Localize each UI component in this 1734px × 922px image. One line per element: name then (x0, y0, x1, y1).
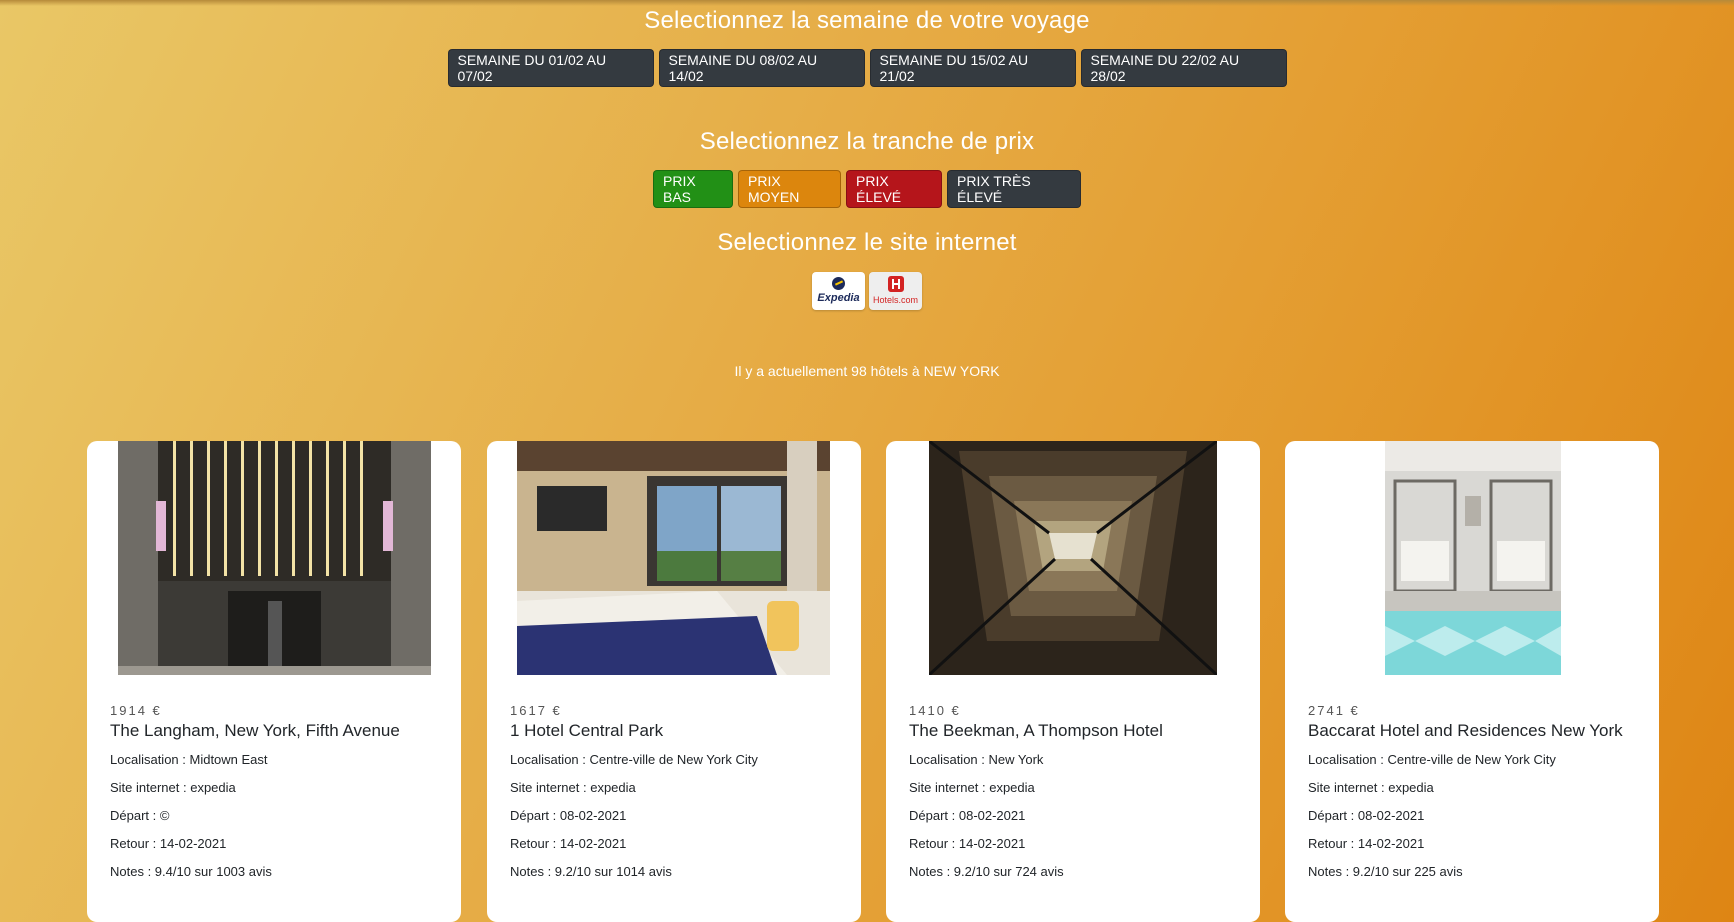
price-high-button[interactable]: PRIX ÉLEVÉ (846, 170, 942, 208)
hotel-card[interactable]: 1914 € The Langham, New York, Fifth Aven… (87, 441, 461, 922)
hotel-rating: Notes : 9.2/10 sur 225 avis (1308, 864, 1463, 879)
hotel-name[interactable]: 1 Hotel Central Park (510, 721, 663, 741)
hotel-rating: Notes : 9.4/10 sur 1003 avis (110, 864, 272, 879)
price-low-button[interactable]: PRIX BAS (653, 170, 733, 208)
hotel-count-text: Il y a actuellement 98 hôtels à NEW YORK (734, 363, 1000, 379)
hotel-price: 1914 € (110, 703, 162, 718)
price-very-high-button[interactable]: PRIX TRÈS ÉLEVÉ (947, 170, 1081, 208)
hotel-price: 1617 € (510, 703, 562, 718)
site-section-title: Selectionnez le site internet (717, 229, 1017, 256)
hotel-rating: Notes : 9.2/10 sur 1014 avis (510, 864, 672, 879)
hotel-price: 2741 € (1308, 703, 1360, 718)
week-button-3[interactable]: SEMAINE DU 15/02 AU 21/02 (869, 49, 1076, 87)
hotel-photo (1385, 441, 1561, 675)
expedia-globe-icon (832, 277, 845, 290)
hotel-site: Site internet : expedia (510, 780, 636, 795)
hotel-photo (118, 441, 431, 675)
hotel-location: Localisation : Centre-ville de New York … (1308, 752, 1556, 767)
expedia-logo-button[interactable]: Expedia (812, 272, 865, 310)
week-button-group: SEMAINE DU 01/02 AU 07/02 SEMAINE DU 08/… (0, 49, 1734, 87)
hotel-site: Site internet : expedia (110, 780, 236, 795)
week-button-4[interactable]: SEMAINE DU 22/02 AU 28/02 (1080, 49, 1287, 87)
hotel-return: Retour : 14-02-2021 (510, 836, 627, 851)
week-section-title: Selectionnez la semaine de votre voyage (644, 7, 1090, 34)
hotel-return: Retour : 14-02-2021 (110, 836, 227, 851)
hotel-card[interactable]: 2741 € Baccarat Hotel and Residences New… (1285, 441, 1659, 922)
hotel-rating: Notes : 9.2/10 sur 724 avis (909, 864, 1064, 879)
hotel-departure: Départ : 08-02-2021 (909, 808, 1026, 823)
week-button-2[interactable]: SEMAINE DU 08/02 AU 14/02 (658, 49, 865, 87)
hotel-location: Localisation : Centre-ville de New York … (510, 752, 758, 767)
hotel-departure: Départ : © (110, 808, 170, 823)
top-border (0, 0, 1734, 6)
hotel-card[interactable]: 1617 € 1 Hotel Central Park Localisation… (487, 441, 861, 922)
hotel-location: Localisation : Midtown East (110, 752, 268, 767)
price-button-group: PRIX BAS PRIX MOYEN PRIX ÉLEVÉ PRIX TRÈS… (0, 170, 1734, 208)
hotel-card[interactable]: 1410 € The Beekman, A Thompson Hotel Loc… (886, 441, 1260, 922)
site-logo-group: Expedia Hotels.com (0, 272, 1734, 310)
hotel-site: Site internet : expedia (909, 780, 1035, 795)
hotel-return: Retour : 14-02-2021 (1308, 836, 1425, 851)
hotel-name[interactable]: The Langham, New York, Fifth Avenue (110, 721, 400, 741)
hotels-com-logo-button[interactable]: Hotels.com (869, 272, 922, 310)
hotel-name[interactable]: The Beekman, A Thompson Hotel (909, 721, 1163, 741)
price-medium-button[interactable]: PRIX MOYEN (738, 170, 841, 208)
hotel-departure: Départ : 08-02-2021 (510, 808, 627, 823)
hotel-photo (929, 441, 1217, 675)
price-section-title: Selectionnez la tranche de prix (699, 128, 1035, 155)
expedia-logo-text: Expedia (817, 292, 860, 304)
hotel-return: Retour : 14-02-2021 (909, 836, 1026, 851)
hotel-site: Site internet : expedia (1308, 780, 1434, 795)
hotel-location: Localisation : New York (909, 752, 1044, 767)
hotel-photo (517, 441, 830, 675)
hotels-com-h-icon (888, 276, 904, 292)
hotels-com-logo-text: Hotels.com (872, 295, 918, 305)
hotel-departure: Départ : 08-02-2021 (1308, 808, 1425, 823)
hotel-price: 1410 € (909, 703, 961, 718)
week-button-1[interactable]: SEMAINE DU 01/02 AU 07/02 (447, 49, 654, 87)
hotel-name[interactable]: Baccarat Hotel and Residences New York (1308, 721, 1623, 741)
